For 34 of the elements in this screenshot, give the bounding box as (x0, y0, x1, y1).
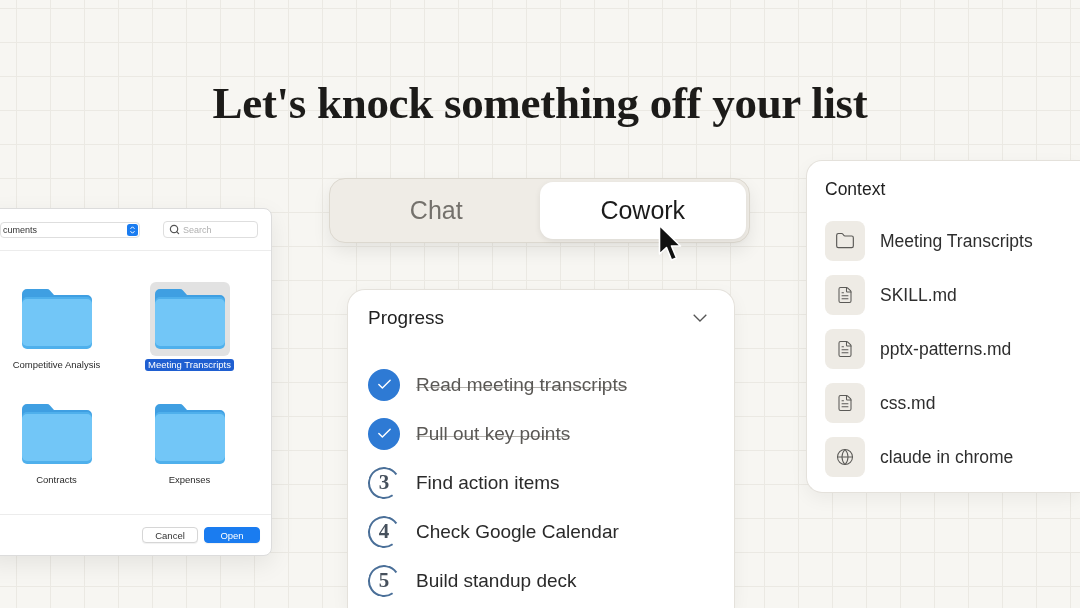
mouse-pointer-icon (658, 224, 682, 262)
context-item-name: claude in chrome (880, 446, 1014, 468)
stepper-icon (127, 223, 138, 236)
folder-item[interactable]: Expenses (149, 397, 230, 487)
card-title: Context (825, 178, 886, 200)
folder-item[interactable]: Competitive Analysis (9, 282, 104, 372)
headline: Let's knock something off your list (212, 78, 868, 128)
search-icon (169, 224, 180, 235)
document-icon (825, 329, 865, 369)
cancel-button[interactable]: Cancel (142, 527, 198, 543)
location-dropdown[interactable]: cuments (0, 221, 140, 238)
step-number: 5 (368, 564, 400, 597)
search-field[interactable]: Search (163, 221, 258, 238)
folder-item[interactable]: Meeting Transcripts (145, 282, 234, 372)
step-label: Find action items (416, 471, 560, 494)
context-item-name: pptx-patterns.md (880, 338, 1012, 360)
step-number: 3 (368, 466, 400, 499)
document-icon (825, 383, 865, 423)
open-button[interactable]: Open (204, 527, 260, 543)
chevron-down-icon[interactable] (693, 314, 707, 322)
step-label: Build standup deck (416, 569, 577, 592)
folder-icon (149, 282, 230, 356)
card-title: Progress (368, 307, 445, 329)
context-item-name: Meeting Transcripts (880, 230, 1033, 252)
step-label: Check Google Calendar (416, 520, 619, 543)
mode-tab[interactable]: Cowork (539, 182, 746, 239)
step-number: 4 (368, 515, 400, 548)
context-item-name: SKILL.md (880, 284, 957, 306)
document-icon (825, 275, 865, 315)
globe-icon (825, 437, 865, 477)
folder-item[interactable]: Contracts (16, 397, 97, 487)
context-item-name: css.md (880, 392, 936, 414)
folder-icon (825, 221, 865, 261)
mode-tab[interactable]: Chat (333, 182, 540, 239)
